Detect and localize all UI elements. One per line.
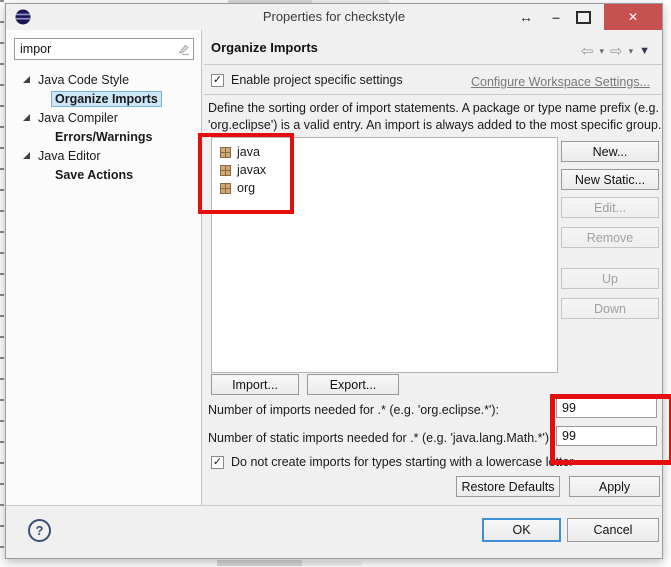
- section-divider: [204, 94, 662, 95]
- help-button[interactable]: ?: [28, 519, 51, 542]
- package-icon: [220, 147, 231, 158]
- tree-item-label-selected: Organize Imports: [51, 91, 162, 107]
- imports-needed-input[interactable]: [556, 398, 657, 418]
- background-app-bottom-fragment: [217, 560, 302, 566]
- tree-item-errors-warnings[interactable]: Errors/Warnings: [6, 127, 201, 146]
- enable-project-settings-row: ✓ Enable project specific settings: [211, 73, 403, 87]
- tree-item-label: Save Actions: [51, 167, 137, 183]
- list-item-label: org: [237, 181, 255, 195]
- footer-divider: [6, 505, 662, 506]
- expand-triangle-icon[interactable]: [23, 152, 30, 159]
- history-navigation: ⇦ ▾ ⇨ ▾ ▼: [581, 44, 650, 59]
- filter-input[interactable]: [14, 38, 194, 60]
- static-imports-needed-input[interactable]: [556, 426, 657, 446]
- edit-button: Edit...: [561, 197, 659, 218]
- tree-item-label: Java Editor: [38, 149, 101, 163]
- lowercase-imports-label: Do not create imports for types starting…: [231, 455, 574, 469]
- lowercase-imports-checkbox[interactable]: ✓: [211, 456, 224, 469]
- view-menu-icon[interactable]: ▼: [639, 46, 650, 57]
- resize-icon[interactable]: ↔: [514, 4, 538, 30]
- forward-dropdown-icon[interactable]: ▾: [629, 47, 634, 56]
- expand-triangle-icon[interactable]: [23, 76, 30, 83]
- tree-item-java-compiler[interactable]: Java Compiler: [6, 108, 201, 127]
- preferences-tree: Java Code Style Organize Imports Java Co…: [6, 60, 201, 184]
- down-button: Down: [561, 298, 659, 319]
- back-dropdown-icon[interactable]: ▾: [599, 47, 604, 56]
- new-button[interactable]: New...: [561, 141, 659, 162]
- tree-item-java-code-style[interactable]: Java Code Style: [6, 70, 201, 89]
- clear-filter-icon[interactable]: [176, 42, 190, 56]
- maximize-icon: [576, 11, 591, 24]
- new-static-button[interactable]: New Static...: [561, 169, 659, 190]
- package-icon: [220, 165, 231, 176]
- enable-project-settings-label: Enable project specific settings: [231, 73, 403, 87]
- description-line-1: Define the sorting order of import state…: [208, 101, 659, 115]
- close-button[interactable]: ✕: [604, 4, 662, 30]
- maximize-button[interactable]: [571, 4, 595, 30]
- background-app-left-strip: [0, 0, 4, 567]
- back-arrow-icon[interactable]: ⇦: [581, 44, 594, 59]
- package-icon: [220, 183, 231, 194]
- sidebar: Java Code Style Organize Imports Java Co…: [6, 30, 202, 506]
- export-button[interactable]: Export...: [307, 374, 399, 395]
- static-imports-needed-label: Number of static imports needed for .* (…: [208, 431, 553, 445]
- tree-item-organize-imports[interactable]: Organize Imports: [6, 89, 201, 108]
- tree-item-label: Java Compiler: [38, 111, 118, 125]
- lowercase-imports-row: ✓ Do not create imports for types starti…: [211, 455, 574, 469]
- tree-item-label: Java Code Style: [38, 73, 129, 87]
- cancel-button[interactable]: Cancel: [567, 518, 659, 542]
- import-order-list[interactable]: java javax org: [211, 137, 558, 373]
- imports-needed-label: Number of imports needed for .* (e.g. 'o…: [208, 403, 499, 417]
- background-app-bottom-fragment: [302, 561, 362, 566]
- configure-workspace-settings-link[interactable]: Configure Workspace Settings...: [471, 75, 650, 89]
- forward-arrow-icon[interactable]: ⇨: [610, 44, 623, 59]
- remove-button: Remove: [561, 227, 659, 248]
- list-item-label: java: [237, 145, 260, 159]
- help-icon: ?: [36, 523, 44, 538]
- minimize-button[interactable]: –: [544, 4, 568, 30]
- list-item-javax[interactable]: javax: [212, 161, 557, 179]
- filter-box: [14, 38, 194, 60]
- list-item-label: javax: [237, 163, 266, 177]
- import-button[interactable]: Import...: [211, 374, 299, 395]
- up-button: Up: [561, 268, 659, 289]
- apply-button[interactable]: Apply: [569, 476, 660, 497]
- page-title: Organize Imports: [211, 40, 318, 55]
- restore-defaults-button[interactable]: Restore Defaults: [456, 476, 560, 497]
- description-line-2: 'org.eclipse') is a valid entry. An impo…: [208, 118, 661, 132]
- tree-item-label: Errors/Warnings: [51, 129, 156, 145]
- enable-project-settings-checkbox[interactable]: ✓: [211, 74, 224, 87]
- ok-button[interactable]: OK: [482, 518, 561, 542]
- properties-dialog: Properties for checkstyle ↔ – ✕ Java Cod…: [5, 3, 663, 559]
- titlebar[interactable]: Properties for checkstyle ↔ – ✕: [6, 4, 662, 30]
- list-item-org[interactable]: org: [212, 179, 557, 197]
- tree-item-save-actions[interactable]: Save Actions: [6, 165, 201, 184]
- list-item-java[interactable]: java: [212, 143, 557, 161]
- expand-triangle-icon[interactable]: [23, 114, 30, 121]
- header-divider: [204, 64, 662, 65]
- close-icon: ✕: [628, 10, 638, 24]
- tree-item-java-editor[interactable]: Java Editor: [6, 146, 201, 165]
